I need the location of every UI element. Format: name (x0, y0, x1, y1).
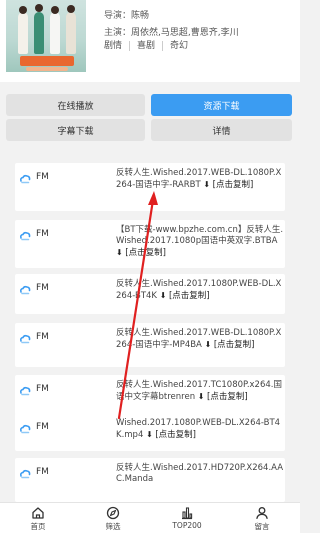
tab-home-label: 首页 (30, 522, 46, 531)
details-button[interactable]: 详情 (151, 119, 292, 141)
poster-figure-head (51, 6, 59, 14)
download-icon: ⬇ (204, 340, 214, 349)
download-icon: ⬇ (116, 248, 126, 257)
source-label: FM (36, 229, 49, 239)
copy-label[interactable]: [点击复制] (125, 248, 166, 258)
download-icon: ⬇ (159, 291, 169, 300)
genre-tag[interactable]: 喜剧 (129, 41, 162, 51)
cast-row: 主演：周依然,马思超,曹恩齐,李川 (104, 25, 239, 42)
poster-figure (18, 12, 28, 54)
compass-icon (106, 506, 120, 520)
tab-message[interactable]: 留言 (237, 506, 287, 532)
cast-value: 周依然,马思超,曹恩齐,李川 (131, 28, 239, 38)
filename-text: 反转人生.Wished.2017.HD720P.X264.AAC.Manda (116, 463, 284, 484)
director-value: 陈畅 (131, 11, 150, 21)
poster-figure (66, 12, 76, 54)
copy-label[interactable]: [点击复制] (169, 291, 210, 301)
resource-filename: 反转人生.Wished.2017.HD720P.X264.AAC.Manda (116, 463, 284, 485)
tab-top200-label: TOP200 (172, 521, 202, 530)
download-icon: ⬇ (197, 392, 208, 401)
source-label: FM (36, 172, 49, 182)
movie-header: 导演：陈畅 主演：周依然,马思超,曹恩齐,李川 剧情 喜剧 奇幻 (0, 0, 300, 82)
source-label: FM (36, 332, 49, 342)
resource-item[interactable]: FM Wished.2017.1080P.WEB-DL.X264-BT4K.mp… (15, 413, 285, 451)
director-label: 导演： (104, 11, 132, 21)
copy-label[interactable]: [点击复制] (207, 392, 248, 402)
filename-text: 【BT下载-www.bpzhe.com.cn】反转人生.Wished.2017.… (116, 225, 284, 246)
genre-tags: 剧情 喜剧 奇幻 (104, 41, 195, 51)
movie-poster[interactable] (6, 0, 86, 72)
filename-text: Wished.2017.1080P.WEB-DL.X264-BT4K.mp4 (116, 418, 281, 440)
cloud-icon (19, 174, 31, 184)
copy-link[interactable]: ⬇ [点击复制] (160, 291, 210, 301)
poster-figure-head (35, 4, 43, 12)
director-row: 导演：陈畅 (104, 8, 239, 25)
download-icon: ⬇ (203, 180, 213, 189)
resource-item[interactable]: FM 反转人生.Wished.2017.WEB-DL.1080P.X264-国语… (15, 323, 285, 367)
resource-item[interactable]: FM 反转人生.Wished.2017.TC1080P.x264.国语中文字幕b… (15, 375, 285, 415)
resource-filename: Wished.2017.1080P.WEB-DL.X264-BT4K.mp4 ⬇… (116, 418, 284, 441)
cloud-icon (19, 334, 31, 344)
poster-figure-head (67, 5, 75, 13)
poster-banner (20, 56, 74, 66)
online-play-button[interactable]: 在线播放 (6, 94, 145, 116)
copy-link[interactable]: ⬇ [点击复制] (205, 340, 255, 350)
poster-figure (50, 12, 60, 54)
source-label: FM (36, 467, 49, 477)
tab-filter-label: 筛选 (105, 522, 121, 531)
tab-message-label: 留言 (254, 522, 270, 531)
resource-download-button[interactable]: 资源下载 (151, 94, 292, 116)
source-label: FM (36, 384, 49, 394)
source-label: FM (36, 422, 49, 432)
copy-link[interactable]: ⬇ [点击复制] (198, 392, 248, 402)
action-buttons: 在线播放 资源下载 字幕下载 详情 (6, 92, 294, 148)
genre-tag[interactable]: 剧情 (104, 41, 129, 51)
copy-link[interactable]: ⬇ [点击复制] (116, 248, 166, 258)
copy-label[interactable]: [点击复制] (213, 180, 254, 190)
cloud-icon (19, 469, 31, 479)
resource-item[interactable]: FM 反转人生.Wished.2017.WEB-DL.1080P.X264-国语… (15, 163, 285, 211)
cloud-icon (19, 386, 31, 396)
genre-tag[interactable]: 奇幻 (162, 41, 195, 51)
resource-filename: 【BT下载-www.bpzhe.com.cn】反转人生.Wished.2017.… (116, 225, 284, 259)
resource-filename: 反转人生.Wished.2017.WEB-DL.1080P.X264-国语中字-… (116, 168, 284, 191)
download-icon: ⬇ (146, 430, 156, 439)
resource-filename: 反转人生.Wished.2017.WEB-DL.1080P.X264-国语中字-… (116, 328, 284, 351)
resource-filename: 反转人生.Wished.2017.TC1080P.x264.国语中文字幕btre… (116, 380, 284, 403)
resource-item[interactable]: FM 反转人生.Wished.2017.HD720P.X264.AAC.Mand… (15, 458, 285, 502)
tab-top200[interactable]: TOP200 (162, 506, 212, 530)
bar-chart-icon (182, 507, 193, 520)
poster-strip (26, 67, 68, 71)
resource-item[interactable]: FM 【BT下载-www.bpzhe.com.cn】反转人生.Wished.20… (15, 220, 285, 268)
home-icon (32, 507, 44, 519)
copy-label[interactable]: [点击复制] (155, 430, 196, 440)
filename-text: 反转人生.Wished.2017.WEB-DL.1080P.X264-国语中字-… (116, 328, 282, 350)
cloud-icon (19, 231, 31, 241)
copy-label[interactable]: [点击复制] (214, 340, 255, 350)
source-label: FM (36, 283, 49, 293)
cloud-icon (19, 285, 31, 295)
movie-meta: 导演：陈畅 主演：周依然,马思超,曹恩齐,李川 (104, 8, 239, 42)
tab-filter[interactable]: 筛选 (88, 506, 138, 532)
subtitle-download-button[interactable]: 字幕下载 (6, 119, 145, 141)
copy-link[interactable]: ⬇ [点击复制] (146, 430, 196, 440)
user-icon (256, 507, 268, 519)
tab-home[interactable]: 首页 (13, 506, 63, 532)
cloud-icon (19, 424, 31, 434)
resource-filename: 反转人生.Wished.2017.1080P.WEB-DL.X264-BT4K … (116, 279, 284, 302)
poster-figure (34, 12, 44, 54)
cast-label: 主演： (104, 28, 132, 38)
filename-text: 反转人生.Wished.2017.WEB-DL.1080P.X264-国语中字-… (116, 168, 282, 190)
bottom-tab-bar: 首页 筛选 TOP200 留言 (0, 502, 300, 533)
poster-figure-head (19, 6, 27, 14)
resource-item[interactable]: FM 反转人生.Wished.2017.1080P.WEB-DL.X264-BT… (15, 274, 285, 314)
copy-link[interactable]: ⬇ [点击复制] (203, 180, 253, 190)
